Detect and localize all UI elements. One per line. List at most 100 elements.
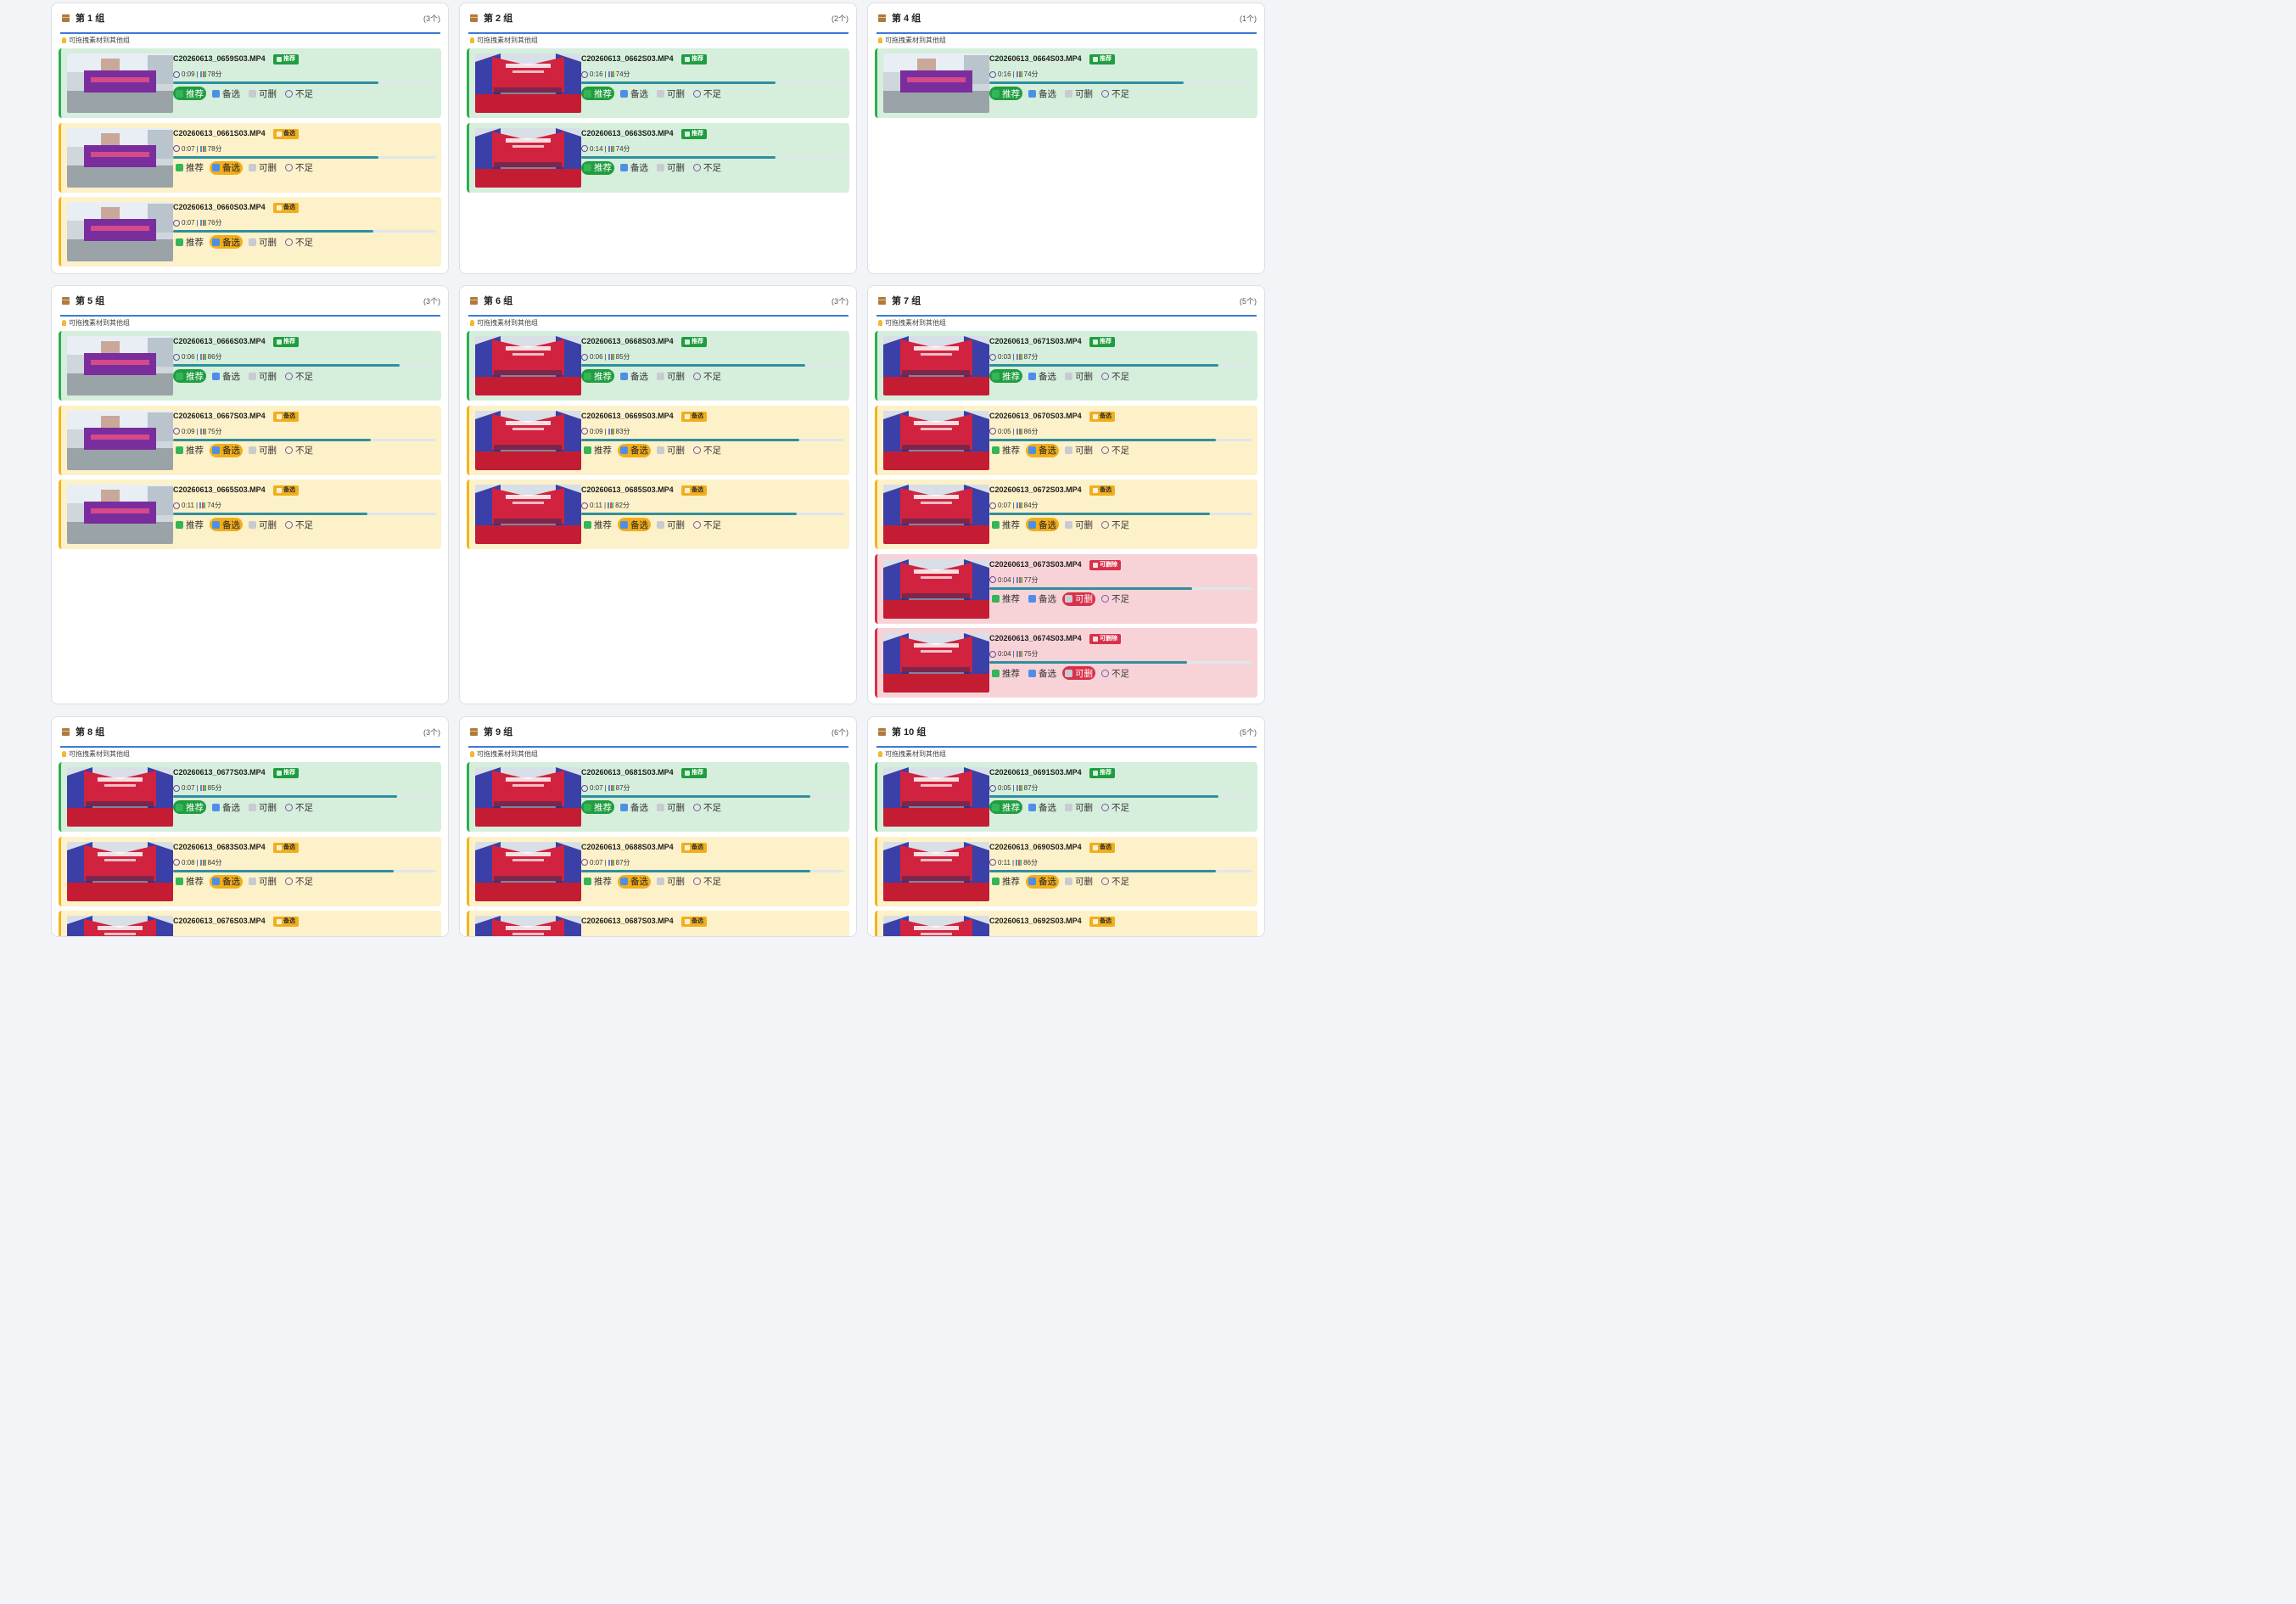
alternate-button[interactable]: 备选 bbox=[618, 800, 651, 814]
insufficient-button[interactable]: 不足 bbox=[691, 161, 724, 175]
clip-card[interactable]: C20260613_0691S03.MP4 推荐 0:05 | 87分 推荐 备选 可删不… bbox=[875, 762, 1257, 832]
deletable-button[interactable]: 可删 bbox=[654, 518, 687, 531]
deletable-button[interactable]: 可删 bbox=[1062, 87, 1095, 100]
alternate-button[interactable]: 备选 bbox=[210, 800, 243, 814]
deletable-button[interactable]: 可删 bbox=[246, 369, 279, 383]
insufficient-button[interactable]: 不足 bbox=[283, 518, 316, 531]
insufficient-button[interactable]: 不足 bbox=[1099, 666, 1132, 680]
clip-card[interactable]: C20260613_0685S03.MP4 备选 0:11 | 82分 推荐 备选 可删不… bbox=[467, 480, 849, 549]
insufficient-button[interactable]: 不足 bbox=[691, 444, 724, 457]
alternate-button[interactable]: 备选 bbox=[210, 160, 243, 175]
recommend-button[interactable]: 推荐 bbox=[581, 444, 614, 457]
clip-thumbnail[interactable] bbox=[475, 336, 581, 395]
insufficient-button[interactable]: 不足 bbox=[1099, 444, 1132, 457]
insufficient-button[interactable]: 不足 bbox=[1099, 592, 1132, 606]
deletable-button[interactable]: 可删 bbox=[654, 800, 687, 814]
clip-card[interactable]: C20260613_0671S03.MP4 推荐 0:03 | 87分 推荐 备选 可删不… bbox=[875, 331, 1257, 401]
deletable-button[interactable]: 可删 bbox=[654, 875, 687, 889]
clip-card[interactable]: C20260613_0683S03.MP4 备选 0:08 | 84分 推荐 备选 可删不… bbox=[59, 836, 441, 906]
insufficient-button[interactable]: 不足 bbox=[283, 875, 316, 889]
recommend-button[interactable]: 推荐 bbox=[989, 875, 1022, 889]
recommend-button[interactable]: 推荐 bbox=[989, 518, 1022, 531]
insufficient-button[interactable]: 不足 bbox=[691, 369, 724, 383]
insufficient-button[interactable]: 不足 bbox=[283, 235, 316, 249]
clip-thumbnail[interactable] bbox=[883, 916, 989, 936]
recommend-button[interactable]: 推荐 bbox=[173, 369, 206, 383]
alternate-button[interactable]: 备选 bbox=[210, 443, 243, 457]
deletable-button[interactable]: 可删 bbox=[1062, 518, 1095, 531]
clip-thumbnail[interactable] bbox=[67, 916, 173, 936]
insufficient-button[interactable]: 不足 bbox=[1099, 87, 1132, 100]
clip-thumbnail[interactable] bbox=[883, 841, 989, 901]
deletable-button[interactable]: 可删 bbox=[246, 800, 279, 814]
clip-thumbnail[interactable] bbox=[67, 767, 173, 827]
alternate-button[interactable]: 备选 bbox=[1026, 87, 1059, 100]
clip-card[interactable]: C20260613_0665S03.MP4 备选 0:11 | 74分 推荐 备选 可删不… bbox=[59, 480, 441, 549]
clip-card[interactable]: C20260613_0672S03.MP4 备选 0:07 | 84分 推荐 备选 可删不… bbox=[875, 480, 1257, 549]
alternate-button[interactable]: 备选 bbox=[1026, 874, 1059, 889]
clip-card[interactable]: C20260613_0663S03.MP4 推荐 0:14 | 74分 推荐 备选 可删不… bbox=[467, 122, 849, 193]
clip-card[interactable]: C20260613_0661S03.MP4 备选 0:07 | 78分 推荐 备选 可删不… bbox=[59, 122, 441, 193]
clip-card[interactable]: C20260613_0659S03.MP4 推荐 0:09 | 78分 推荐 备选 可删不… bbox=[59, 48, 441, 118]
deletable-button[interactable]: 可删 bbox=[654, 161, 687, 175]
clip-thumbnail[interactable] bbox=[475, 53, 581, 113]
insufficient-button[interactable]: 不足 bbox=[691, 87, 724, 100]
recommend-button[interactable]: 推荐 bbox=[173, 875, 206, 889]
clip-card[interactable]: C20260613_0692S03.MP4 备选 bbox=[875, 911, 1257, 936]
clip-thumbnail[interactable] bbox=[67, 841, 173, 901]
clip-thumbnail[interactable] bbox=[67, 336, 173, 395]
clip-thumbnail[interactable] bbox=[67, 485, 173, 544]
insufficient-button[interactable]: 不足 bbox=[691, 800, 724, 814]
recommend-button[interactable]: 推荐 bbox=[581, 87, 614, 100]
recommend-button[interactable]: 推荐 bbox=[173, 161, 206, 175]
deletable-button[interactable]: 可删 bbox=[246, 444, 279, 457]
clip-thumbnail[interactable] bbox=[883, 558, 989, 619]
clip-thumbnail[interactable] bbox=[475, 410, 581, 470]
deletable-button[interactable]: 可删 bbox=[1062, 369, 1095, 383]
clip-thumbnail[interactable] bbox=[475, 916, 581, 936]
deletable-button[interactable]: 可删 bbox=[654, 87, 687, 100]
clip-thumbnail[interactable] bbox=[883, 485, 989, 544]
clip-thumbnail[interactable] bbox=[475, 767, 581, 827]
clip-card[interactable]: C20260613_0669S03.MP4 备选 0:09 | 83分 推荐 备选 可删不… bbox=[467, 405, 849, 475]
recommend-button[interactable]: 推荐 bbox=[581, 369, 614, 383]
clip-card[interactable]: C20260613_0688S03.MP4 备选 0:07 | 87分 推荐 备选 可删不… bbox=[467, 836, 849, 906]
clip-thumbnail[interactable] bbox=[883, 767, 989, 827]
clip-card[interactable]: C20260613_0664S03.MP4 推荐 0:16 | 74分 推荐 备选 可删不… bbox=[875, 48, 1257, 118]
deletable-button[interactable]: 可删 bbox=[246, 161, 279, 175]
clip-card[interactable]: C20260613_0677S03.MP4 推荐 0:07 | 85分 推荐 备选 可删不… bbox=[59, 762, 441, 832]
recommend-button[interactable]: 推荐 bbox=[989, 369, 1022, 383]
insufficient-button[interactable]: 不足 bbox=[1099, 518, 1132, 531]
alternate-button[interactable]: 备选 bbox=[618, 443, 651, 457]
clip-card[interactable]: C20260613_0666S03.MP4 推荐 0:06 | 86分 推荐 备选 可删不… bbox=[59, 331, 441, 401]
alternate-button[interactable]: 备选 bbox=[1026, 592, 1059, 606]
recommend-button[interactable]: 推荐 bbox=[581, 800, 614, 814]
alternate-button[interactable]: 备选 bbox=[1026, 666, 1059, 680]
recommend-button[interactable]: 推荐 bbox=[581, 160, 614, 175]
clip-thumbnail[interactable] bbox=[883, 53, 989, 113]
clip-thumbnail[interactable] bbox=[883, 410, 989, 470]
alternate-button[interactable]: 备选 bbox=[210, 518, 243, 531]
alternate-button[interactable]: 备选 bbox=[618, 161, 651, 175]
clip-card[interactable]: C20260613_0667S03.MP4 备选 0:09 | 75分 推荐 备选 可删不… bbox=[59, 405, 441, 475]
recommend-button[interactable]: 推荐 bbox=[989, 800, 1022, 814]
clip-card[interactable]: C20260613_0673S03.MP4 可删除 0:04 | 77分 推荐 备选 可删… bbox=[875, 553, 1257, 624]
clip-card[interactable]: C20260613_0660S03.MP4 备选 0:07 | 76分 推荐 备选 可删不… bbox=[59, 197, 441, 266]
clip-card[interactable]: C20260613_0662S03.MP4 推荐 0:16 | 74分 推荐 备选 可删不… bbox=[467, 48, 849, 118]
alternate-button[interactable]: 备选 bbox=[1026, 443, 1059, 457]
deletable-button[interactable]: 可删 bbox=[1062, 592, 1095, 606]
recommend-button[interactable]: 推荐 bbox=[989, 666, 1022, 680]
deletable-button[interactable]: 可删 bbox=[1062, 875, 1095, 889]
deletable-button[interactable]: 可删 bbox=[1062, 800, 1095, 814]
alternate-button[interactable]: 备选 bbox=[210, 369, 243, 383]
alternate-button[interactable]: 备选 bbox=[210, 87, 243, 100]
insufficient-button[interactable]: 不足 bbox=[1099, 800, 1132, 814]
recommend-button[interactable]: 推荐 bbox=[581, 518, 614, 531]
insufficient-button[interactable]: 不足 bbox=[283, 800, 316, 814]
alternate-button[interactable]: 备选 bbox=[618, 369, 651, 383]
recommend-button[interactable]: 推荐 bbox=[989, 444, 1022, 457]
recommend-button[interactable]: 推荐 bbox=[989, 592, 1022, 606]
alternate-button[interactable]: 备选 bbox=[618, 874, 651, 889]
clip-thumbnail[interactable] bbox=[883, 336, 989, 395]
alternate-button[interactable]: 备选 bbox=[210, 874, 243, 889]
